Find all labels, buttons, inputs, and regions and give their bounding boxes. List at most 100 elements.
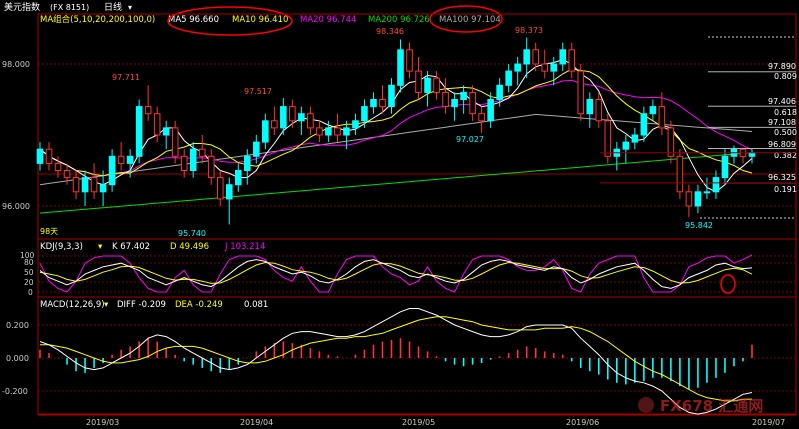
candle-body — [496, 84, 503, 101]
candle-body — [577, 70, 585, 115]
candle-body — [63, 170, 71, 179]
price-tick-label: 96.000 — [2, 202, 30, 211]
candle-body — [243, 155, 251, 172]
candle-body — [703, 191, 711, 194]
candle-body — [694, 191, 702, 207]
kdj-tick-label: 20 — [24, 278, 34, 287]
macd-dea-value: DEA -0.249 — [175, 300, 223, 310]
annotation-high: 97.517 — [244, 87, 272, 96]
candle-body — [289, 106, 296, 122]
candle-body — [721, 155, 729, 179]
candle-body — [271, 120, 278, 129]
fib-label: 0.618 — [774, 108, 797, 117]
annotation-high: 98.346 — [376, 27, 404, 36]
ma-legend-item: MA20 96.744 — [300, 15, 356, 25]
candle-body — [189, 148, 197, 171]
kdj-label: KDJ(9,3,3) — [40, 242, 83, 252]
watermark-logo-icon — [638, 397, 654, 413]
candle-body — [676, 155, 684, 193]
candle-body — [595, 99, 603, 122]
candle-body — [541, 63, 549, 72]
candle-body — [505, 70, 512, 86]
candle-body — [433, 77, 440, 93]
candle-body — [379, 99, 386, 108]
candle-body — [406, 49, 413, 72]
annotation-low: 95.740 — [178, 229, 206, 238]
annotation-low: 95.842 — [685, 221, 713, 230]
chevron-down-icon[interactable]: ▾ — [128, 3, 132, 12]
candle-body — [388, 84, 395, 108]
candle-body — [370, 99, 377, 108]
kdj-tick-label: 0 — [28, 288, 33, 297]
candle-body — [685, 191, 693, 207]
candle-body — [298, 113, 305, 122]
candle-body — [253, 141, 260, 157]
kdj-label-arrow: ▾ — [98, 242, 103, 252]
candle-body — [604, 120, 612, 157]
fib-label: 96.809 — [768, 140, 796, 149]
candle-body — [748, 152, 756, 157]
candle-body — [658, 106, 666, 129]
kdj-tick-label: 80 — [24, 258, 34, 267]
fib-label: 97.890 — [768, 62, 796, 71]
candle-body — [352, 120, 359, 129]
candle-body — [622, 141, 630, 150]
candle-body — [162, 127, 170, 136]
candle-body — [216, 177, 224, 200]
candle-body — [171, 127, 179, 157]
fib-label: 0.809 — [774, 72, 797, 81]
candle-body — [207, 155, 215, 179]
candle-body — [234, 170, 242, 186]
fib-label: 96.325 — [768, 173, 796, 182]
annotation-low: 97.027 — [456, 135, 484, 144]
candle-body — [90, 177, 98, 193]
candle-body — [478, 113, 485, 122]
candle-body — [640, 113, 648, 136]
candle-body — [451, 99, 458, 108]
fib-label: 0.191 — [774, 185, 797, 194]
candle-body — [559, 49, 567, 65]
candle-body — [550, 63, 558, 72]
price-tick-label: 98.000 — [2, 60, 30, 69]
fib-label: 97.406 — [768, 97, 796, 106]
kdj-d-value: D 49.496 — [170, 242, 209, 252]
ma-legend-item: MA10 96.410 — [232, 15, 288, 25]
candle-body — [316, 127, 323, 136]
candle-body — [180, 155, 188, 172]
candle-body — [72, 177, 80, 193]
candle-body — [343, 127, 350, 136]
chart-code: (FX 8151) — [50, 3, 89, 12]
candle-body — [117, 155, 125, 164]
candle-body — [397, 49, 404, 86]
candle-body — [225, 184, 233, 200]
candle-body — [262, 120, 269, 143]
annotation-high: 97.711 — [112, 73, 140, 82]
kdj-j-value: J 103.214 — [224, 242, 265, 252]
candle-body — [460, 91, 467, 101]
candle-body — [361, 106, 368, 122]
watermark-text: FX678 汇通网 — [660, 397, 763, 415]
chart-title: 美元指数 — [4, 1, 40, 13]
candle-body — [334, 127, 341, 136]
ma-legend-item: MA100 97.104 — [439, 15, 501, 25]
candle-body — [415, 70, 422, 93]
candle-body — [487, 99, 494, 122]
candle-body — [532, 49, 539, 65]
macd-tick-label: 0.000 — [6, 354, 29, 363]
stock-chart: 美元指数 (FX 8151) 日线 ▾ MA组合(5,10,20,200,100… — [0, 0, 799, 429]
candle-body — [325, 127, 332, 136]
candle-body — [198, 148, 206, 157]
candle-body — [424, 77, 431, 93]
candle-body — [99, 184, 107, 193]
candle-body — [45, 148, 53, 164]
kdj-tick-label: 50 — [24, 268, 34, 277]
period-selector[interactable]: 日线 — [104, 1, 122, 13]
ma-legend-item: MA200 96.726 — [368, 15, 430, 25]
time-tick-label: 2019/03 — [86, 418, 119, 427]
candle-body — [36, 148, 44, 164]
candle-body — [712, 177, 720, 193]
candle-body — [81, 177, 89, 193]
candle-body — [135, 106, 143, 157]
ma-legend-item: MA5 96.660 — [168, 15, 219, 25]
candle-body — [523, 49, 530, 65]
